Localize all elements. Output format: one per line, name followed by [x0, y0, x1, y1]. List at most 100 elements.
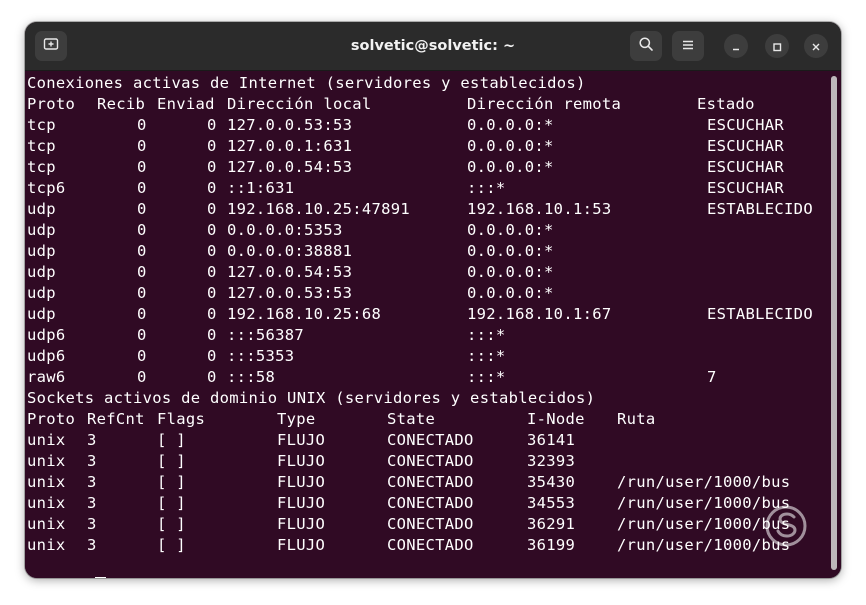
- cell-proto: unix: [27, 452, 66, 470]
- cell-enviad: 0: [207, 179, 217, 197]
- cell-proto: udp: [27, 305, 56, 323]
- cell-flags: [ ]: [157, 473, 186, 491]
- cell-type: FLUJO: [277, 452, 326, 470]
- maximize-button[interactable]: [765, 34, 789, 58]
- search-icon: [638, 36, 654, 56]
- cell-proto: unix: [27, 431, 66, 449]
- unix-socket-row: unix 3[ ] FLUJO CONECTADO 34553/run/user/100…: [27, 493, 841, 514]
- scrollbar-thumb[interactable]: [831, 76, 837, 570]
- cell-proto: udp: [27, 221, 56, 239]
- unix-header-row: Proto RefCnt Flags Type State I-Node Rut…: [27, 409, 841, 430]
- cell-recib: 0: [137, 158, 147, 176]
- terminal-output[interactable]: Conexiones activas de Internet (servidor…: [25, 71, 841, 578]
- internet-connection-row: udp 0 0 192.168.10.25:68 192.168.10.1:67 ESTA…: [27, 304, 841, 325]
- internet-connection-row: udp6 0 0:::56387:::*: [27, 325, 841, 346]
- cell-recib: 0: [137, 200, 147, 218]
- internet-connection-row: udp 0 0 127.0.0.54:53 0.0.0.0:*: [27, 262, 841, 283]
- cell-proto: unix: [27, 536, 66, 554]
- cell-enviad: 0: [207, 326, 217, 344]
- scrollbar[interactable]: [831, 76, 837, 570]
- header-state: Estado: [697, 95, 755, 113]
- cell-recib: 0: [137, 263, 147, 281]
- cell-local: ::1:631: [227, 179, 295, 197]
- unix-socket-row: unix 3[ ] FLUJO CONECTADO 36199/run/user/100…: [27, 535, 841, 556]
- cell-refcnt: 3: [87, 515, 97, 533]
- cell-remote: :::*: [467, 179, 506, 197]
- pager-prompt[interactable]: :: [27, 556, 841, 578]
- cell-flags: [ ]: [157, 431, 186, 449]
- header-proto: Proto: [27, 95, 76, 113]
- internet-connection-row: tcp6 0 0::1:631:::* ESCUCHAR: [27, 178, 841, 199]
- cell-recib: 0: [137, 242, 147, 260]
- cell-proto: udp: [27, 263, 56, 281]
- header-local-address: Dirección local: [227, 95, 372, 113]
- titlebar[interactable]: solvetic@solvetic: ~: [25, 22, 841, 71]
- cell-enviad: 0: [207, 263, 217, 281]
- menu-button[interactable]: [672, 31, 704, 61]
- cell-recib: 0: [137, 116, 147, 134]
- cell-local: 0.0.0.0:38881: [227, 242, 353, 260]
- unix-socket-row: unix 3 [ ] FLUJO CONECTADO 32393: [27, 451, 841, 472]
- cell-remote: :::*: [467, 347, 506, 365]
- cell-proto: udp: [27, 242, 56, 260]
- cell-proto: udp6: [27, 347, 66, 365]
- search-button[interactable]: [630, 31, 662, 61]
- internet-connection-row: udp 0 0 127.0.0.53:53 0.0.0.0:*: [27, 283, 841, 304]
- header-inode: I-Node: [527, 410, 585, 428]
- cell-flags: [ ]: [157, 536, 186, 554]
- cell-state: ESCUCHAR: [707, 116, 785, 134]
- maximize-icon: [772, 37, 782, 56]
- cell-remote: :::*: [467, 326, 506, 344]
- cell-remote: 0.0.0.0:*: [467, 284, 554, 302]
- header-path: Ruta: [617, 410, 656, 428]
- cell-local: 127.0.0.54:53: [227, 158, 353, 176]
- cell-state: CONECTADO: [387, 452, 474, 470]
- cell-enviad: 0: [207, 368, 217, 386]
- header-flags: Flags: [157, 410, 206, 428]
- minimize-button[interactable]: [724, 34, 748, 58]
- cell-type: FLUJO: [277, 515, 326, 533]
- cell-flags: [ ]: [157, 515, 186, 533]
- cell-state: CONECTADO: [387, 536, 474, 554]
- cell-recib: 0: [137, 326, 147, 344]
- cell-flags: [ ]: [157, 494, 186, 512]
- cell-proto: raw6: [27, 368, 66, 386]
- cell-local: :::58: [227, 368, 276, 386]
- text-cursor: [95, 577, 107, 578]
- cell-local: 192.168.10.25:47891: [227, 200, 411, 218]
- cell-local: 127.0.0.53:53: [227, 116, 353, 134]
- cell-recib: 0: [137, 305, 147, 323]
- internet-connection-row: tcp 0 0 127.0.0.54:53 0.0.0.0:* ESCUCHAR: [27, 157, 841, 178]
- cell-enviad: 0: [207, 347, 217, 365]
- cell-enviad: 0: [207, 305, 217, 323]
- internet-connection-row: tcp 0 0 127.0.0.1:631 0.0.0.0:* ESCUCHAR: [27, 136, 841, 157]
- close-button[interactable]: [804, 34, 828, 58]
- cell-inode: 36141: [527, 431, 576, 449]
- cell-proto: tcp6: [27, 179, 66, 197]
- internet-header-row: Proto Recib Enviad Dirección local Direc…: [27, 94, 841, 115]
- cell-state: CONECTADO: [387, 515, 474, 533]
- cell-recib: 0: [137, 221, 147, 239]
- cell-remote: 0.0.0.0:*: [467, 221, 554, 239]
- watermark-logo: [756, 504, 816, 554]
- header-state: State: [387, 410, 436, 428]
- cell-type: FLUJO: [277, 536, 326, 554]
- cell-proto: tcp: [27, 137, 56, 155]
- cell-local: 0.0.0.0:5353: [227, 221, 343, 239]
- hamburger-menu-icon: [681, 37, 695, 56]
- cell-remote: 0.0.0.0:*: [467, 242, 554, 260]
- cell-inode: 36291: [527, 515, 576, 533]
- unix-socket-row: unix 3[ ] FLUJO CONECTADO 36291/run/user/100…: [27, 514, 841, 535]
- internet-connection-row: tcp 0 0 127.0.0.53:53 0.0.0.0:* ESCUCHAR: [27, 115, 841, 136]
- internet-connection-row: udp 0 0 0.0.0.0:5353 0.0.0.0:*: [27, 220, 841, 241]
- cell-proto: tcp: [27, 116, 56, 134]
- internet-heading: Conexiones activas de Internet (servidor…: [27, 74, 586, 92]
- internet-connection-row: raw6 0 0:::58:::* 7: [27, 367, 841, 388]
- cell-local: 127.0.0.54:53: [227, 263, 353, 281]
- cell-enviad: 0: [207, 200, 217, 218]
- cell-type: FLUJO: [277, 473, 326, 491]
- internet-connection-row: udp6 0 0:::5353:::*: [27, 346, 841, 367]
- cell-inode: 32393: [527, 452, 576, 470]
- cell-enviad: 0: [207, 137, 217, 155]
- cell-enviad: 0: [207, 158, 217, 176]
